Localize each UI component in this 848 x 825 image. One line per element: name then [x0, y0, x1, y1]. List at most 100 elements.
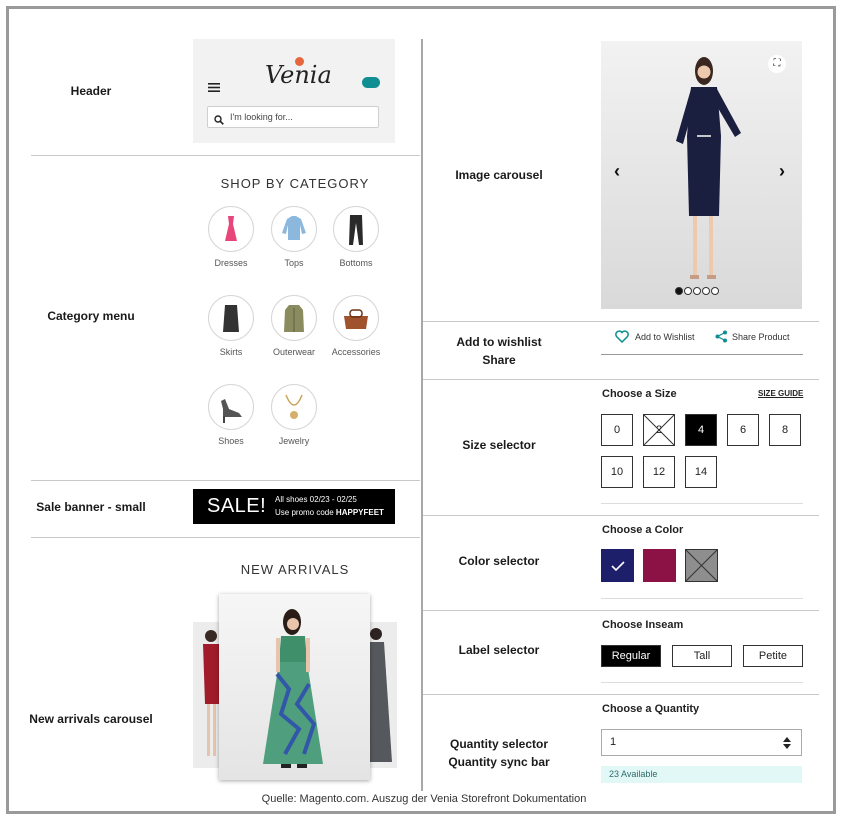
heart-icon[interactable]: [615, 330, 629, 348]
label-new-arrivals: New arrivals carousel: [29, 712, 153, 726]
bag-icon: [333, 295, 379, 341]
size-guide-link[interactable]: SIZE GUIDE: [758, 389, 803, 398]
category-item-skirts[interactable]: Skirts: [199, 295, 263, 357]
sale-banner[interactable]: SALE! All shoes 02/23 - 02/25 Use promo …: [193, 489, 395, 524]
carousel-active-item[interactable]: [219, 594, 370, 780]
chevron-right-icon[interactable]: ›: [779, 161, 785, 182]
label-header: Header: [70, 84, 112, 98]
sale-title: SALE!: [207, 495, 267, 517]
source-caption: Quelle: Magento.com. Auszug der Venia St…: [261, 793, 587, 805]
stepper-arrows-icon: [783, 737, 791, 749]
label-quantity-sync: Quantity sync bar: [448, 755, 550, 769]
product-image-carousel: ⛶ ‹ ›: [601, 41, 802, 309]
quantity-value: 1: [610, 736, 617, 748]
label-quantity-selector: Quantity selector: [449, 737, 549, 751]
size-option-unavailable[interactable]: 2: [643, 414, 675, 446]
carousel-dot[interactable]: [684, 287, 692, 295]
share-icon[interactable]: [715, 330, 728, 348]
carousel-prev-item[interactable]: [193, 622, 220, 768]
divider: [31, 480, 420, 481]
carousel-next-item[interactable]: [370, 622, 397, 768]
category-label: Bottoms: [339, 258, 373, 268]
color-swatch[interactable]: [643, 549, 676, 582]
quantity-select[interactable]: 1: [601, 729, 802, 756]
divider: [423, 379, 819, 380]
divider: [423, 321, 819, 322]
category-label: Tops: [284, 258, 304, 268]
divider: [601, 503, 803, 504]
divider: [423, 515, 819, 516]
inseam-section-title: Choose Inseam: [602, 619, 684, 631]
label-category-menu: Category menu: [47, 309, 135, 323]
size-option[interactable]: 12: [643, 456, 675, 488]
carousel-dot[interactable]: [675, 287, 683, 295]
divider: [31, 537, 420, 538]
documentation-frame: Header Category menu Sale banner - small…: [6, 6, 836, 814]
category-item-accessories[interactable]: Accessories: [324, 295, 388, 357]
divider: [31, 155, 420, 156]
category-item-shoes[interactable]: Shoes: [199, 384, 263, 446]
venia-logo[interactable]: Venia: [265, 57, 332, 89]
unavailable-cross-icon: [685, 549, 718, 582]
skirt-icon: [208, 295, 254, 341]
category-label: Dresses: [214, 258, 248, 268]
category-item-outerwear[interactable]: Outerwear: [262, 295, 326, 357]
fullscreen-icon[interactable]: ⛶: [768, 55, 786, 73]
size-option[interactable]: 10: [601, 456, 633, 488]
chevron-left-icon[interactable]: ‹: [614, 161, 620, 182]
inseam-option[interactable]: Tall: [672, 645, 732, 667]
category-item-tops[interactable]: Tops: [262, 206, 326, 268]
color-swatch-unavailable[interactable]: [685, 549, 718, 582]
checkmark-icon: [611, 561, 625, 572]
logo-flower-icon: [295, 57, 304, 66]
size-option[interactable]: 14: [685, 456, 717, 488]
shop-by-category-title: SHOP BY CATEGORY: [220, 176, 370, 191]
category-item-bottoms[interactable]: Bottoms: [324, 206, 388, 268]
color-swatch-selected[interactable]: [601, 549, 634, 582]
size-option[interactable]: 6: [727, 414, 759, 446]
inseam-option[interactable]: Petite: [743, 645, 803, 667]
divider: [601, 354, 803, 355]
size-option[interactable]: 8: [769, 414, 801, 446]
cart-badge-icon[interactable]: [362, 77, 380, 88]
label-color-selector: Color selector: [458, 554, 540, 568]
search-input[interactable]: I'm looking for...: [207, 106, 379, 128]
hamburger-menu-icon[interactable]: [208, 79, 220, 92]
promo-prefix: Use promo code: [275, 508, 336, 517]
quantity-section-title: Choose a Quantity: [602, 703, 700, 715]
label-size-selector: Size selector: [462, 438, 536, 452]
shoe-icon: [208, 384, 254, 430]
category-label: Skirts: [219, 347, 243, 357]
size-label: 2: [655, 424, 663, 436]
carousel-dot[interactable]: [702, 287, 710, 295]
sale-dates: All shoes 02/23 - 02/25: [275, 495, 357, 504]
coat-icon: [271, 295, 317, 341]
header-mock: Venia I'm looking for...: [193, 39, 395, 143]
category-label: Shoes: [218, 436, 244, 446]
size-option-selected[interactable]: 4: [685, 414, 717, 446]
size-option[interactable]: 0: [601, 414, 633, 446]
category-label: Outerwear: [272, 347, 316, 357]
label-sale-banner: Sale banner - small: [36, 500, 146, 514]
divider: [601, 682, 803, 683]
label-wishlist: Add to wishlist: [456, 335, 542, 349]
search-icon: [214, 112, 224, 132]
label-share: Share: [482, 353, 516, 367]
inseam-option-selected[interactable]: Regular: [601, 645, 661, 667]
search-placeholder: I'm looking for...: [230, 112, 293, 122]
new-arrivals-title: NEW ARRIVALS: [240, 562, 350, 577]
carousel-dots: [675, 282, 720, 300]
model-floral-dress-image: [263, 609, 323, 768]
category-label: Jewelry: [278, 436, 310, 446]
divider: [601, 598, 803, 599]
pants-icon: [333, 206, 379, 252]
category-item-dresses[interactable]: Dresses: [199, 206, 263, 268]
add-to-wishlist-link[interactable]: Add to Wishlist: [635, 332, 695, 342]
column-divider: [421, 39, 423, 791]
label-image-carousel: Image carousel: [455, 168, 543, 182]
category-item-jewelry[interactable]: Jewelry: [262, 384, 326, 446]
carousel-dot[interactable]: [693, 287, 701, 295]
quantity-sync-bar: 23 Available: [601, 766, 802, 783]
carousel-dot[interactable]: [711, 287, 719, 295]
share-product-link[interactable]: Share Product: [732, 332, 790, 342]
